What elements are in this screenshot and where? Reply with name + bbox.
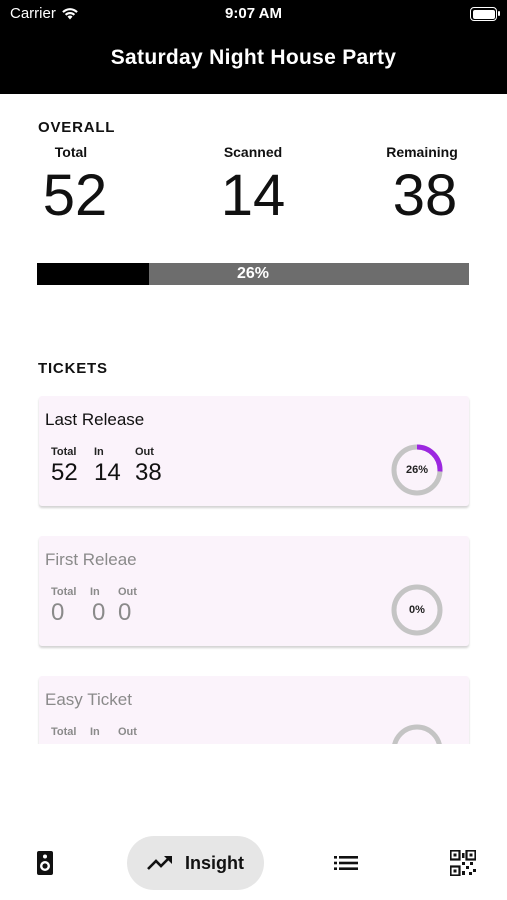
stat-scanned-value: 14 — [220, 163, 286, 228]
stat-total-value: 52 — [42, 163, 108, 228]
ticket-card-last-release[interactable]: Last Release Total 52 In 14 Out 38 26% — [39, 396, 469, 506]
ticket-out: Out 0 — [118, 586, 137, 626]
bottom-navigation: Insight — [0, 820, 507, 900]
clock: 9:07 AM — [225, 5, 282, 22]
ticket-percent: 0% — [409, 604, 425, 616]
ticket-out: Out 38 — [135, 446, 162, 486]
stat-remaining-label: Remaining — [386, 144, 458, 160]
stat-remaining: Remaining 38 — [352, 144, 492, 226]
ticket-in: In 0 — [90, 586, 105, 626]
ticket-in-value: 0 — [92, 599, 106, 626]
battery-icon — [470, 7, 500, 21]
ticket-total-value: 52 — [51, 459, 78, 486]
ticket-total: Total 52 — [51, 446, 78, 486]
overall-progress-bar: 26% — [37, 263, 469, 285]
ticket-out-label: Out — [118, 726, 137, 738]
ticket-percent: 26% — [405, 464, 429, 476]
ticket-total-label: Total — [51, 586, 77, 598]
ticket-out-value: 0 — [118, 599, 132, 626]
ticket-total: Total — [51, 726, 76, 738]
ticket-name: Last Release — [45, 410, 145, 429]
ticket-total: Total 0 — [51, 586, 76, 626]
stat-remaining-value: 38 — [392, 163, 458, 228]
ticket-in-value: 14 — [94, 459, 121, 486]
ticket-card-first-release[interactable]: First Releae Total 0 In 0 Out 0 0% — [39, 536, 469, 646]
ticket-progress-ring — [389, 722, 445, 744]
list-icon — [334, 856, 358, 870]
ticket-in: In — [90, 726, 100, 738]
ring-graphic — [392, 724, 442, 744]
stat-total-label: Total — [54, 144, 88, 160]
ticket-in-label: In — [90, 586, 100, 598]
page-title: Saturday Night House Party — [110, 46, 397, 69]
ticket-in-label: In — [90, 726, 100, 738]
ticket-out-label: Out — [118, 586, 137, 598]
ticket-total-label: Total — [51, 446, 77, 458]
stat-scanned: Scanned 14 — [183, 144, 323, 226]
ticket-name: First Releae — [45, 550, 137, 569]
overall-progress-text: 26% — [236, 265, 270, 282]
nav-list-button[interactable] — [331, 836, 361, 890]
ticket-total-value: 0 — [51, 599, 65, 626]
ticket-progress-ring: 26% — [389, 442, 445, 498]
overall-heading: OVERALL — [38, 119, 116, 136]
stat-total: Total 52 — [1, 144, 141, 226]
ticket-out: Out — [118, 726, 137, 738]
stat-scanned-label: Scanned — [223, 144, 283, 160]
tickets-heading: TICKETS — [38, 360, 108, 377]
ticket-progress-ring: 0% — [389, 582, 445, 638]
status-bar: Carrier 9:07 AM — [0, 0, 507, 30]
app-header: Carrier 9:07 AM Saturday Night House Par… — [0, 0, 507, 94]
nav-insight-label: Insight — [185, 852, 244, 873]
ticket-in-label: In — [94, 446, 104, 458]
nav-insight-button[interactable]: Insight — [127, 836, 264, 890]
nav-qr-scanner-button[interactable] — [447, 836, 479, 890]
nav-speaker-button[interactable] — [30, 836, 60, 890]
ticket-name: Easy Ticket — [45, 690, 132, 709]
qr-code-icon — [450, 850, 476, 876]
speaker-icon — [37, 851, 53, 875]
tickets-list[interactable]: Last Release Total 52 In 14 Out 38 26% F… — [0, 390, 507, 744]
ticket-total-label: Total — [51, 726, 77, 738]
ticket-out-value: 38 — [135, 459, 162, 486]
ticket-card-easy-ticket[interactable]: Easy Ticket Total In Out — [39, 676, 469, 744]
trending-up-icon — [147, 856, 172, 870]
ticket-out-label: Out — [135, 446, 154, 458]
ticket-in: In 14 — [94, 446, 121, 486]
